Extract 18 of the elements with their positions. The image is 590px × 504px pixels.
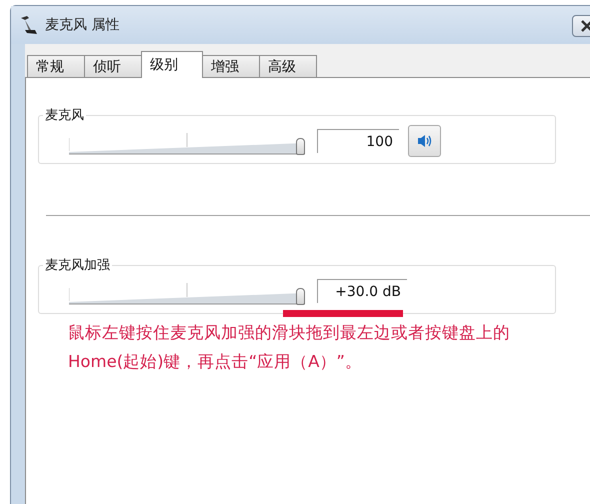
value-field[interactable]: +30.0 dB <box>317 279 407 303</box>
tab[interactable]: 增强 <box>202 55 260 77</box>
annotation-text: 鼠标左键按住麦克风加强的滑块拖到最左边或者按键盘上的 <box>68 322 511 344</box>
speaker-button[interactable] <box>408 125 441 157</box>
microphone-icon <box>19 14 39 36</box>
close-icon <box>581 20 590 32</box>
slider-thumb[interactable] <box>296 138 305 155</box>
tab[interactable]: 高级 <box>259 55 317 77</box>
group-label: 麦克风 <box>44 107 85 124</box>
window-title: 麦克风 属性 <box>45 16 120 34</box>
annotation-text: Home(起始)键，再点击“应用（A）”。 <box>68 351 363 373</box>
tab[interactable]: 侦听 <box>84 55 142 77</box>
tab[interactable]: 级别 <box>141 51 203 78</box>
group-label: 麦克风加强 <box>44 257 111 274</box>
value-field[interactable]: 100 <box>317 129 399 153</box>
tab[interactable]: 常规 <box>27 55 85 77</box>
slider-thumb[interactable] <box>296 288 305 305</box>
speaker-icon <box>416 134 432 148</box>
